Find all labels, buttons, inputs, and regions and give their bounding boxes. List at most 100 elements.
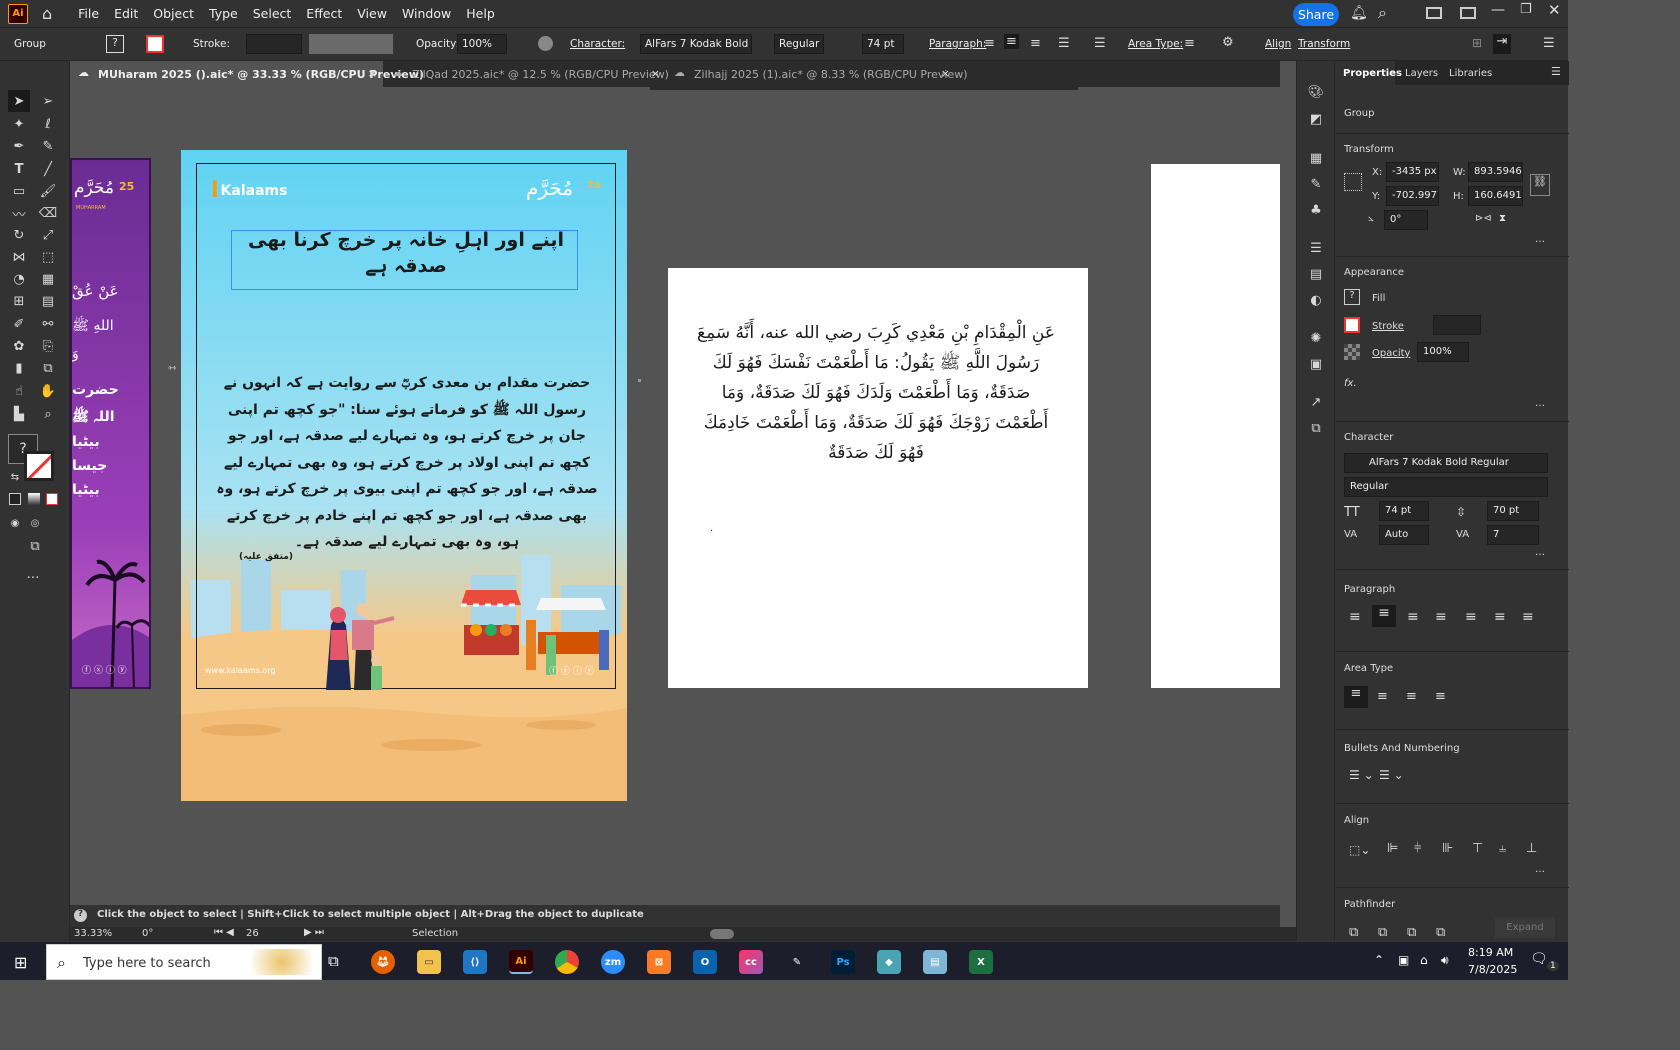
direct-selection-tool-icon[interactable]: ➢ [37, 90, 59, 112]
justify-center-icon[interactable]: ≡ [1465, 609, 1477, 625]
justify-all-icon[interactable]: ≡ [1522, 609, 1534, 625]
graphic-styles-icon[interactable]: ▣ [1305, 353, 1327, 375]
artboard-nav-next-icon[interactable]: ▶ ⏭ [304, 927, 324, 938]
lasso-icon[interactable]: ℓ [37, 113, 59, 135]
magic-wand-icon[interactable]: ✦ [8, 113, 30, 135]
blend-tool-icon[interactable]: ⚯ [37, 313, 59, 335]
rotate-view-select[interactable]: 0° [142, 928, 153, 939]
screen-mode-icon[interactable]: ⧉ [24, 535, 46, 557]
width-tool-icon[interactable]: ⋈ [8, 246, 30, 268]
canvas[interactable]: 25 مُحَرَّم MUHARRAM عَنْ عُقْ اللهِ ﷺ و… [70, 87, 1280, 905]
overflow-menu-icon[interactable]: ☰ [1543, 36, 1555, 51]
artboard-right[interactable] [1151, 164, 1280, 688]
isolate-icon[interactable]: ⊞ [1472, 36, 1482, 50]
windows-start-icon[interactable]: ⊞ [14, 953, 27, 972]
tab-zilhajj[interactable]: ☁ Zilhajj 2025 (1).aic* @ 8.33 % (RGB/CP… [666, 61, 968, 87]
symbol-sprayer-icon[interactable]: ✿ [8, 335, 30, 357]
color-mode-icon[interactable] [9, 493, 21, 505]
stroke-swatch-icon[interactable] [1344, 317, 1360, 333]
draw-behind-icon[interactable]: ◎ [24, 512, 46, 534]
flip-horizontal-icon[interactable]: ⊳⊲ [1475, 213, 1492, 224]
stroke-swatch-icon[interactable] [146, 35, 164, 53]
paintbrush-icon[interactable]: 🖌︎ [37, 180, 59, 202]
menu-effect[interactable]: Effect [306, 6, 342, 21]
chrome-icon[interactable] [555, 950, 579, 974]
recolor-icon[interactable] [538, 36, 553, 51]
align-center-icon[interactable]: ≡ [1372, 605, 1396, 627]
zoom-app-icon[interactable]: zm [601, 950, 625, 974]
variable-width-profile[interactable] [309, 34, 393, 54]
panel-menu-icon[interactable]: ⇥ [1493, 34, 1511, 54]
numbering-icon[interactable]: ☰ ⌄ [1379, 768, 1404, 782]
tab-libraries[interactable]: Libraries [1449, 68, 1492, 79]
minimize-icon[interactable]: — [1491, 2, 1505, 18]
tab-muharam[interactable]: ☁ MUharam 2025 ().aic* @ 33.33 % (RGB/CP… [70, 61, 424, 87]
free-transform-icon[interactable]: ⬚ [37, 246, 59, 268]
align-right-edges-icon[interactable]: ⊪ [1442, 841, 1453, 856]
live-paint-icon[interactable]: ▦ [37, 268, 59, 290]
selection-tool-icon[interactable]: ➤ [8, 90, 30, 112]
area-type-icon[interactable]: ≡ [1184, 36, 1195, 51]
menu-edit[interactable]: Edit [114, 6, 138, 21]
menu-select[interactable]: Select [253, 6, 292, 21]
zoom-tool-icon[interactable]: ⌕ [37, 403, 59, 425]
none-mode-icon[interactable] [46, 493, 58, 505]
shape-builder-icon[interactable]: ◔ [8, 268, 30, 290]
graph-tool-icon[interactable]: ▮ [8, 357, 30, 379]
tab-layers[interactable]: Layers [1405, 68, 1438, 79]
pen-app-icon[interactable]: ✎ [785, 950, 809, 974]
xampp-icon[interactable]: ⊠ [647, 950, 671, 974]
area-type-justify-icon[interactable]: ≡ [1435, 689, 1446, 704]
opacity-input[interactable]: 100% [1417, 342, 1469, 362]
export-icon[interactable]: ↗ [1305, 391, 1327, 413]
shaper-tool-icon[interactable]: 〰 [8, 202, 30, 224]
menu-window[interactable]: Window [402, 6, 451, 21]
tray-wifi-icon[interactable]: ⌂ [1420, 953, 1428, 967]
stroke-weight-input[interactable] [246, 34, 302, 54]
arabic-hadith-text[interactable]: عَنِ الْمِقْدَامِ بْنِ مَعْدِي كَرِبَ رض… [696, 318, 1056, 468]
restore-icon[interactable]: ❐ [1520, 2, 1532, 17]
exclude-icon[interactable]: ⧉ [1436, 925, 1445, 940]
more-options-icon[interactable]: … [1535, 864, 1545, 875]
stroke-label[interactable]: Stroke [1372, 321, 1404, 332]
justify-left-icon[interactable]: ≡ [1435, 609, 1447, 625]
leading-input[interactable]: 70 pt [1487, 501, 1539, 521]
symbols-icon[interactable]: ♣ [1305, 199, 1327, 221]
menu-object[interactable]: Object [153, 6, 194, 21]
more-options-icon[interactable]: … [1535, 398, 1545, 409]
taskbar-time[interactable]: 8:19 AM [1468, 946, 1513, 959]
close-icon[interactable]: × [651, 67, 660, 80]
column-graph-icon[interactable]: ▙ [8, 403, 30, 425]
artboard-left[interactable]: 25 مُحَرَّم MUHARRAM عَنْ عُقْ اللهِ ﷺ و… [70, 158, 151, 689]
draw-mode-icon[interactable]: ◉ [4, 512, 26, 534]
align-right-icon[interactable]: ≡ [1030, 36, 1041, 51]
tracking-input[interactable]: 7 [1487, 525, 1539, 545]
justify-right-icon[interactable]: ≡ [1494, 609, 1506, 625]
minus-front-icon[interactable]: ⧉ [1378, 925, 1387, 940]
horizontal-scrollbar[interactable] [710, 929, 734, 939]
area-type-top-icon[interactable]: ≡ [1344, 686, 1368, 708]
numbering-icon[interactable]: ☰ [1094, 36, 1106, 51]
align-left-edges-icon[interactable]: ⊫ [1387, 841, 1398, 856]
bullets-icon[interactable]: ☰ [1058, 36, 1070, 51]
artboard-main[interactable]: ا Kalaams مُحَرَّم 25 اپنے اور اہلِ خانہ… [181, 150, 627, 801]
scale-tool-icon[interactable]: ⤢ [37, 224, 59, 246]
transform-link[interactable]: Transform [1298, 38, 1350, 50]
workspace-icon[interactable] [1426, 7, 1442, 19]
w-input[interactable]: 893.5946 p [1468, 162, 1523, 182]
stroke-weight-input[interactable] [1433, 315, 1481, 335]
color-guide-icon[interactable]: ◩ [1305, 108, 1327, 130]
artboard-nav-icon[interactable]: ⏮ ◀ [214, 927, 234, 938]
outlook-icon[interactable]: O [693, 950, 717, 974]
fill-swatch[interactable]: ? [106, 35, 124, 53]
kerning-input[interactable]: Auto [1379, 525, 1429, 545]
tab-zilqad[interactable]: ☁ ZilQad 2025.aic* @ 12.5 % (RGB/CPU Pre… [384, 61, 669, 87]
search-icon[interactable]: ⌕ [1378, 3, 1387, 23]
photoshop-icon[interactable]: Ps [831, 950, 855, 974]
expand-button[interactable]: Expand [1495, 918, 1555, 938]
tray-volume-icon[interactable]: 🔊︎ [1441, 953, 1449, 968]
align-v-center-icon[interactable]: ⫨ [1499, 841, 1506, 856]
area-type-bottom-icon[interactable]: ≡ [1406, 689, 1417, 704]
tray-network-icon[interactable]: ▣ [1398, 953, 1409, 967]
bell-icon[interactable]: 🔔︎ [1350, 5, 1368, 21]
